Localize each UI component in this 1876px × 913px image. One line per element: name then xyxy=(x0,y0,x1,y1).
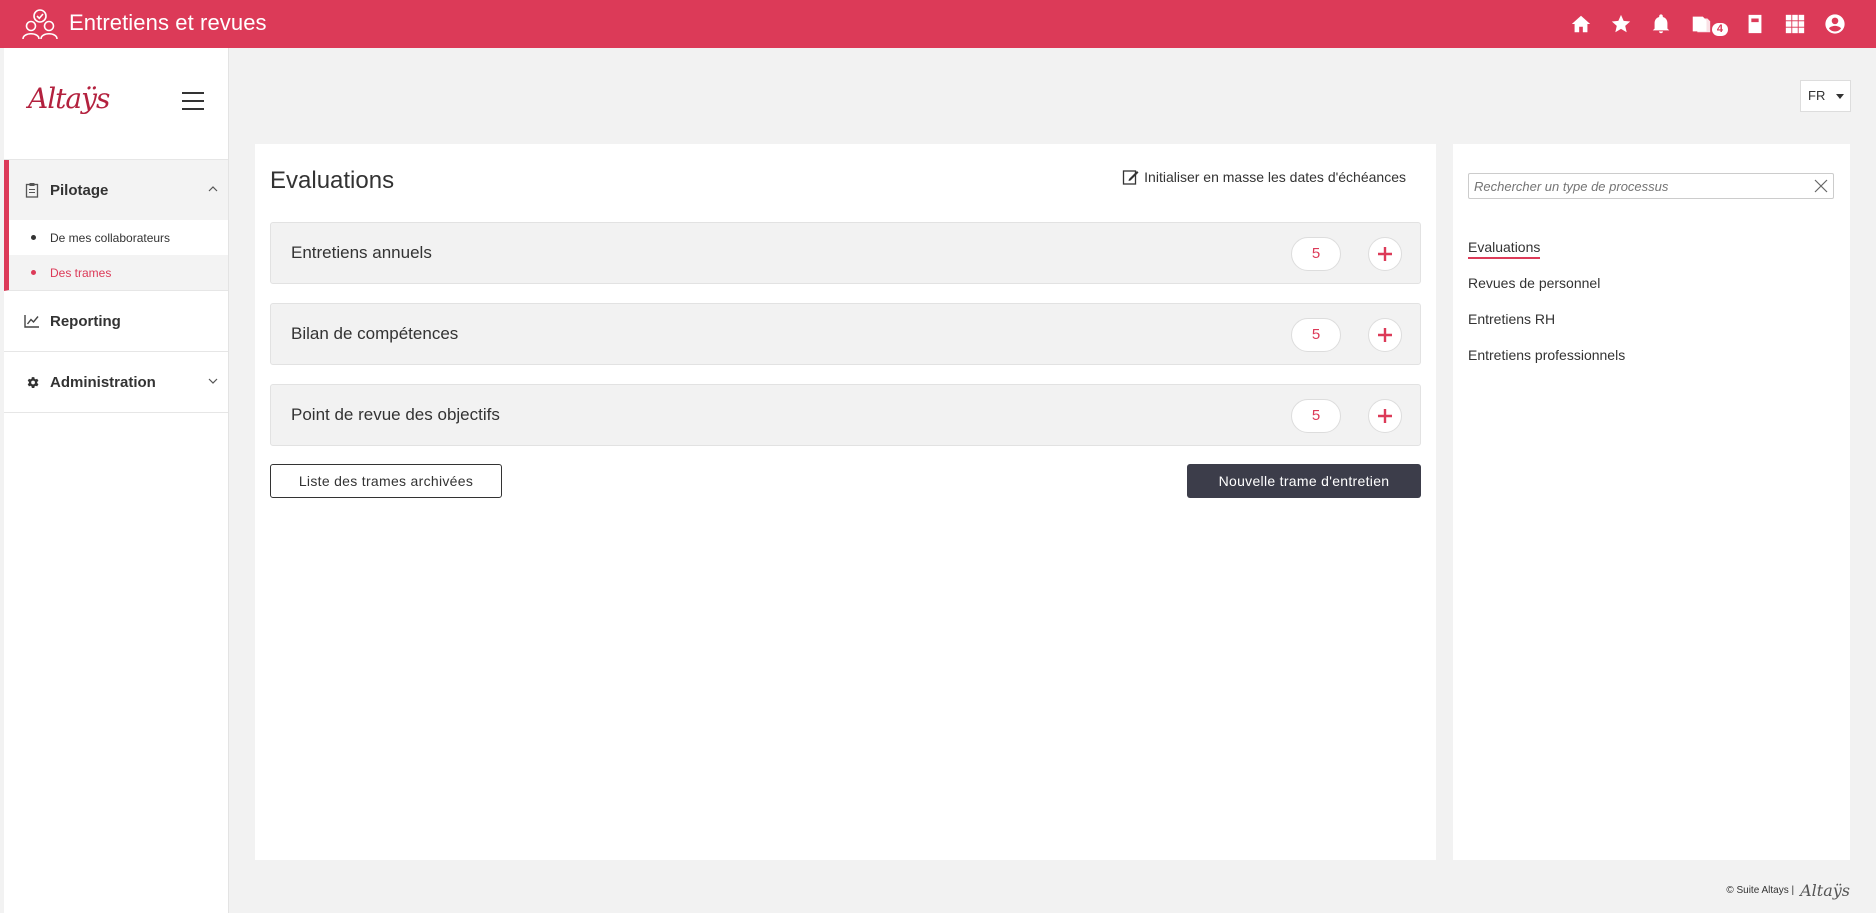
close-icon[interactable] xyxy=(1813,178,1829,194)
language-select[interactable]: FR xyxy=(1800,80,1851,112)
template-card-point-de-revue-des-objectifs[interactable]: Point de revue des objectifs 5 xyxy=(270,384,1421,446)
top-bar: Entretiens et revues 4 xyxy=(0,0,1876,48)
bulk-init-dates-link[interactable]: Initialiser en masse les dates d'échéanc… xyxy=(1122,168,1406,186)
chevron-down-icon xyxy=(208,378,218,384)
plus-icon xyxy=(1378,409,1392,423)
cog-icon xyxy=(24,374,40,390)
bell-icon[interactable] xyxy=(1648,10,1674,38)
nav-reporting[interactable]: Reporting xyxy=(4,291,228,351)
notes-icon[interactable]: 4 xyxy=(1688,10,1728,38)
process-type-label: Entretiens RH xyxy=(1468,311,1556,327)
nav-reporting-label: Reporting xyxy=(50,312,121,330)
nav-pilotage[interactable]: Pilotage xyxy=(9,160,228,220)
nav-section-reporting: Reporting xyxy=(4,291,228,352)
template-count-badge: 5 xyxy=(1291,399,1341,433)
archived-templates-button[interactable]: Liste des trames archivées xyxy=(270,464,502,498)
bullet-icon xyxy=(31,235,36,240)
altays-logo: Altaÿs xyxy=(28,82,110,115)
footer-logo: Altaÿs xyxy=(1800,881,1850,900)
user-account-icon[interactable] xyxy=(1822,10,1848,38)
apps-grid-icon[interactable] xyxy=(1782,10,1808,38)
plus-icon xyxy=(1378,328,1392,342)
sidebar-item-label: De mes collaborateurs xyxy=(50,230,171,245)
app-title: Entretiens et revues xyxy=(69,10,267,35)
footer: © Suite Altays | Altaÿs xyxy=(1726,881,1850,900)
process-type-entretiens-rh[interactable]: Entretiens RH xyxy=(1468,311,1625,347)
process-type-panel: Evaluations Revues de personnel Entretie… xyxy=(1453,144,1850,860)
template-card-label: Point de revue des objectifs xyxy=(291,405,500,424)
nav-pilotage-label: Pilotage xyxy=(50,181,109,199)
interview-people-icon xyxy=(22,9,58,40)
plus-icon xyxy=(1378,247,1392,261)
hamburger-menu-icon[interactable] xyxy=(182,92,204,110)
sidebar: Altaÿs Pilotage De mes collaborateurs De… xyxy=(4,48,229,913)
bulk-init-dates-label: Initialiser en masse les dates d'échéanc… xyxy=(1144,169,1406,185)
template-count-badge: 5 xyxy=(1291,318,1341,352)
nav-section-administration: Administration xyxy=(4,352,228,413)
template-count-badge: 5 xyxy=(1291,237,1341,271)
chart-line-icon xyxy=(24,313,40,329)
process-type-evaluations[interactable]: Evaluations xyxy=(1468,239,1625,275)
home-icon[interactable] xyxy=(1568,10,1594,38)
template-card-label: Entretiens annuels xyxy=(291,243,432,262)
edit-icon xyxy=(1123,170,1139,185)
nav-administration-label: Administration xyxy=(50,373,156,391)
notification-badge: 4 xyxy=(1711,23,1728,36)
template-card-entretiens-annuels[interactable]: Entretiens annuels 5 xyxy=(270,222,1421,284)
main-panel: Evaluations Initialiser en masse les dat… xyxy=(255,144,1436,860)
template-card-bilan-de-competences[interactable]: Bilan de compétences 5 xyxy=(270,303,1421,365)
add-template-button[interactable] xyxy=(1368,318,1402,352)
star-icon[interactable] xyxy=(1608,10,1634,38)
process-type-entretiens-professionnels[interactable]: Entretiens professionnels xyxy=(1468,347,1625,383)
caret-down-icon xyxy=(1836,94,1844,99)
new-template-button[interactable]: Nouvelle trame d'entretien xyxy=(1187,464,1421,498)
sidebar-header: Altaÿs xyxy=(4,48,228,160)
process-type-revues-de-personnel[interactable]: Revues de personnel xyxy=(1468,275,1625,311)
clipboard-icon xyxy=(24,182,40,198)
sidebar-item-label: Des trames xyxy=(50,265,112,280)
add-template-button[interactable] xyxy=(1368,237,1402,271)
sidebar-item-des-trames[interactable]: Des trames xyxy=(9,255,228,290)
footer-copyright: © Suite Altays | xyxy=(1726,885,1795,896)
nav-administration[interactable]: Administration xyxy=(4,352,228,412)
process-type-list: Evaluations Revues de personnel Entretie… xyxy=(1468,239,1625,383)
process-search xyxy=(1468,173,1834,199)
chevron-up-icon xyxy=(208,186,218,192)
process-type-label: Revues de personnel xyxy=(1468,275,1601,291)
process-type-label: Entretiens professionnels xyxy=(1468,347,1626,363)
book-icon[interactable] xyxy=(1742,10,1768,38)
template-card-label: Bilan de compétences xyxy=(291,324,459,343)
page-title: Evaluations xyxy=(270,167,395,194)
sidebar-item-de-mes-collaborateurs[interactable]: De mes collaborateurs xyxy=(9,220,228,255)
process-type-label: Evaluations xyxy=(1468,239,1541,259)
nav-section-pilotage: Pilotage De mes collaborateurs Des trame… xyxy=(4,160,228,291)
process-search-input[interactable] xyxy=(1469,174,1799,198)
add-template-button[interactable] xyxy=(1368,399,1402,433)
language-value: FR xyxy=(1808,88,1826,103)
bullet-icon xyxy=(31,270,36,275)
